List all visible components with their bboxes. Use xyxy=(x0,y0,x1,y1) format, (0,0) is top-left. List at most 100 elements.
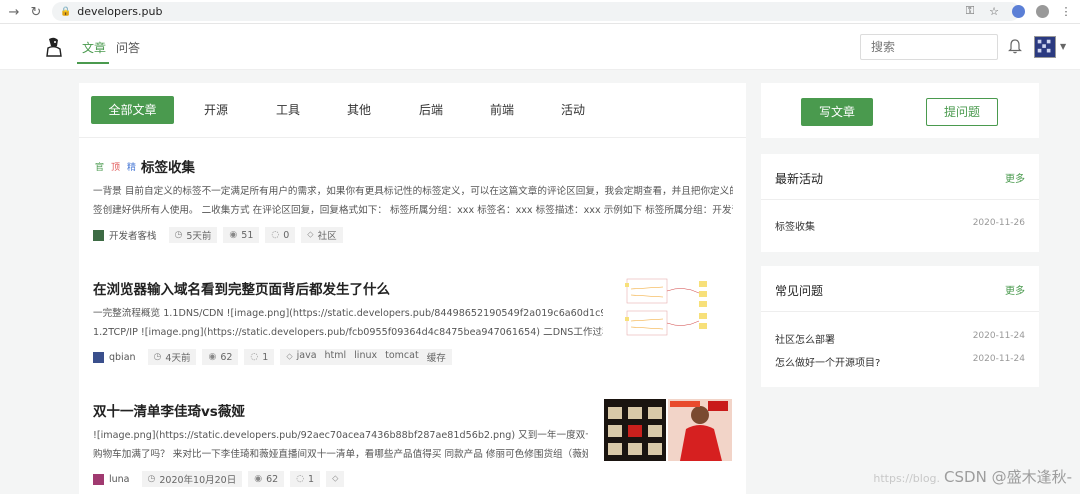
tags-pill: ⬦ java html linux tomcat 缓存 xyxy=(280,349,452,365)
chevron-down-icon[interactable]: ▼ xyxy=(1060,42,1066,51)
star-icon[interactable]: ☆ xyxy=(986,3,1002,19)
search-input[interactable] xyxy=(860,34,998,60)
filter-all[interactable]: 全部文章 xyxy=(91,96,174,124)
clock-icon: ◷ xyxy=(174,230,183,240)
tag[interactable]: java xyxy=(297,350,317,364)
tab-qa[interactable]: 问答 xyxy=(116,39,140,56)
faq-date: 2020-11-24 xyxy=(972,354,1025,364)
tags-pill: ⬦ xyxy=(326,471,345,487)
browser-extensions: ⚿ ☆ ⋮ xyxy=(962,3,1074,19)
bell-icon[interactable] xyxy=(1008,38,1022,54)
comment-count: 0 xyxy=(283,229,290,241)
article-excerpt-line: 签创建好供所有人使用。 二收集方式 在评论区回复，回复格式如下： 标签所属分组：… xyxy=(93,205,733,216)
author[interactable]: 开发者客栈 xyxy=(93,228,157,242)
address-bar[interactable]: 🔒 developers.pub xyxy=(52,2,1020,21)
badge-top: 顶 xyxy=(111,163,121,173)
recent-activity-title: 最新活动 xyxy=(775,172,824,186)
view-count: 62 xyxy=(266,473,279,485)
tag[interactable]: 社区 xyxy=(318,228,337,242)
reload-icon[interactable]: ↻ xyxy=(26,2,46,22)
category-filter-bar: 全部文章 开源 工具 其他 后端 前端 活动 xyxy=(79,83,746,138)
active-tab-indicator xyxy=(77,62,109,64)
filter-other[interactable]: 其他 xyxy=(338,96,380,124)
eye-icon: ◉ xyxy=(229,230,238,240)
views-pill: ◉ 51 xyxy=(223,227,260,243)
extension-gray-icon[interactable] xyxy=(1034,3,1050,19)
comment-count: 1 xyxy=(308,473,315,485)
key-icon[interactable]: ⚿ xyxy=(962,3,978,19)
activity-item[interactable]: 标签收集 2020-11-26 xyxy=(775,218,1025,233)
comments-pill: ◌ 1 xyxy=(290,471,321,487)
filter-events[interactable]: 活动 xyxy=(552,96,594,124)
forward-arrow-icon[interactable]: → xyxy=(4,2,24,22)
article-excerpt-line: 1.2TCP/IP ![image.png](https://static.de… xyxy=(93,327,603,338)
tab-articles[interactable]: 文章 xyxy=(82,39,106,56)
recent-activity-card: 最新活动 更多 标签收集 2020-11-26 xyxy=(761,154,1039,252)
eye-icon: ◉ xyxy=(254,474,263,484)
site-header: 文章 问答 ▼ xyxy=(0,24,1080,70)
faq-title: 常见问题 xyxy=(775,284,824,298)
article-title[interactable]: 标签收集 xyxy=(141,156,195,176)
clock-icon: ◷ xyxy=(147,474,156,484)
author-avatar xyxy=(93,229,104,241)
tag-icon: ⬦ xyxy=(286,352,293,362)
site-logo-icon[interactable] xyxy=(44,36,64,58)
extension-blue-icon[interactable] xyxy=(1010,3,1026,19)
author[interactable]: qbian xyxy=(93,351,136,363)
browser-toolbar: → ↻ 🔒 developers.pub ⚿ ☆ ⋮ xyxy=(0,0,1080,24)
article-thumbnail[interactable] xyxy=(604,399,732,461)
filter-tools[interactable]: 工具 xyxy=(267,96,309,124)
badge-official: 官 xyxy=(95,163,105,173)
tag[interactable]: tomcat xyxy=(385,350,419,364)
faq-item[interactable]: 社区怎么部署 2020-11-24 xyxy=(775,331,1025,346)
tag[interactable]: linux xyxy=(354,350,377,364)
tag-icon: ⬦ xyxy=(332,474,339,484)
faq-card: 常见问题 更多 社区怎么部署 2020-11-24 怎么做好一个开源项目? 20… xyxy=(761,266,1039,387)
post-time: 2020年10月20日 xyxy=(159,475,237,486)
faq-label: 怎么做好一个开源项目? xyxy=(775,358,881,369)
badge-featured: 精 xyxy=(127,163,137,173)
post-time: 5天前 xyxy=(186,231,212,242)
time-pill: ◷ 2020年10月20日 xyxy=(141,471,243,487)
tag[interactable]: html xyxy=(325,350,347,364)
author-avatar xyxy=(93,473,104,485)
view-count: 51 xyxy=(241,229,254,241)
filter-opensource[interactable]: 开源 xyxy=(195,96,237,124)
comments-pill: ◌ 1 xyxy=(244,349,275,365)
write-article-button[interactable]: 写文章 xyxy=(801,98,873,126)
user-avatar[interactable] xyxy=(1034,36,1056,58)
watermark-text: CSDN @盛木逢秋- xyxy=(944,468,1072,486)
faq-label: 社区怎么部署 xyxy=(775,335,835,346)
action-card: 写文章 提问题 xyxy=(761,83,1039,138)
views-pill: ◉ 62 xyxy=(248,471,285,487)
tag[interactable]: 缓存 xyxy=(427,350,446,364)
article-excerpt-line: 一背景 目前自定义的标签不一定满足所有用户的需求，如果你有更具标记性的标签定义，… xyxy=(93,186,733,197)
article-meta: qbian ◷ 4天前 ◉ 62 ◌ 1 ⬦ java html linux tomc… xyxy=(93,349,452,365)
more-menu-icon[interactable]: ⋮ xyxy=(1058,3,1074,19)
article-title[interactable]: 双十一清单李佳琦vs薇娅 xyxy=(93,400,245,420)
ask-question-button[interactable]: 提问题 xyxy=(926,98,998,126)
divider xyxy=(761,311,1039,312)
filter-backend[interactable]: 后端 xyxy=(410,96,452,124)
article-title[interactable]: 在浏览器输入域名看到完整页面背后都发生了什么 xyxy=(93,278,390,298)
article-excerpt-line: 一完整流程概览 1.1DNS/CDN ![image.png](https://… xyxy=(93,308,603,319)
filter-frontend[interactable]: 前端 xyxy=(481,96,523,124)
author[interactable]: luna xyxy=(93,473,130,485)
tags-pill: ⬦ 社区 xyxy=(301,227,343,243)
faq-date: 2020-11-24 xyxy=(972,331,1025,341)
article-thumbnail[interactable] xyxy=(623,275,715,339)
comment-count: 1 xyxy=(262,351,269,363)
recent-more-link[interactable]: 更多 xyxy=(1005,170,1025,185)
faq-item[interactable]: 怎么做好一个开源项目? 2020-11-24 xyxy=(775,354,1025,369)
tag-icon: ⬦ xyxy=(307,230,314,240)
time-pill: ◷ 4天前 xyxy=(147,349,197,365)
watermark-url: https://blog. xyxy=(873,472,941,485)
divider xyxy=(761,199,1039,200)
faq-more-link[interactable]: 更多 xyxy=(1005,282,1025,297)
activity-date: 2020-11-26 xyxy=(972,218,1025,228)
comment-icon: ◌ xyxy=(296,474,305,484)
time-pill: ◷ 5天前 xyxy=(168,227,218,243)
comments-pill: ◌ 0 xyxy=(265,227,296,243)
article-badges: 官 顶 精 xyxy=(93,159,138,174)
lock-icon: 🔒 xyxy=(60,6,72,17)
